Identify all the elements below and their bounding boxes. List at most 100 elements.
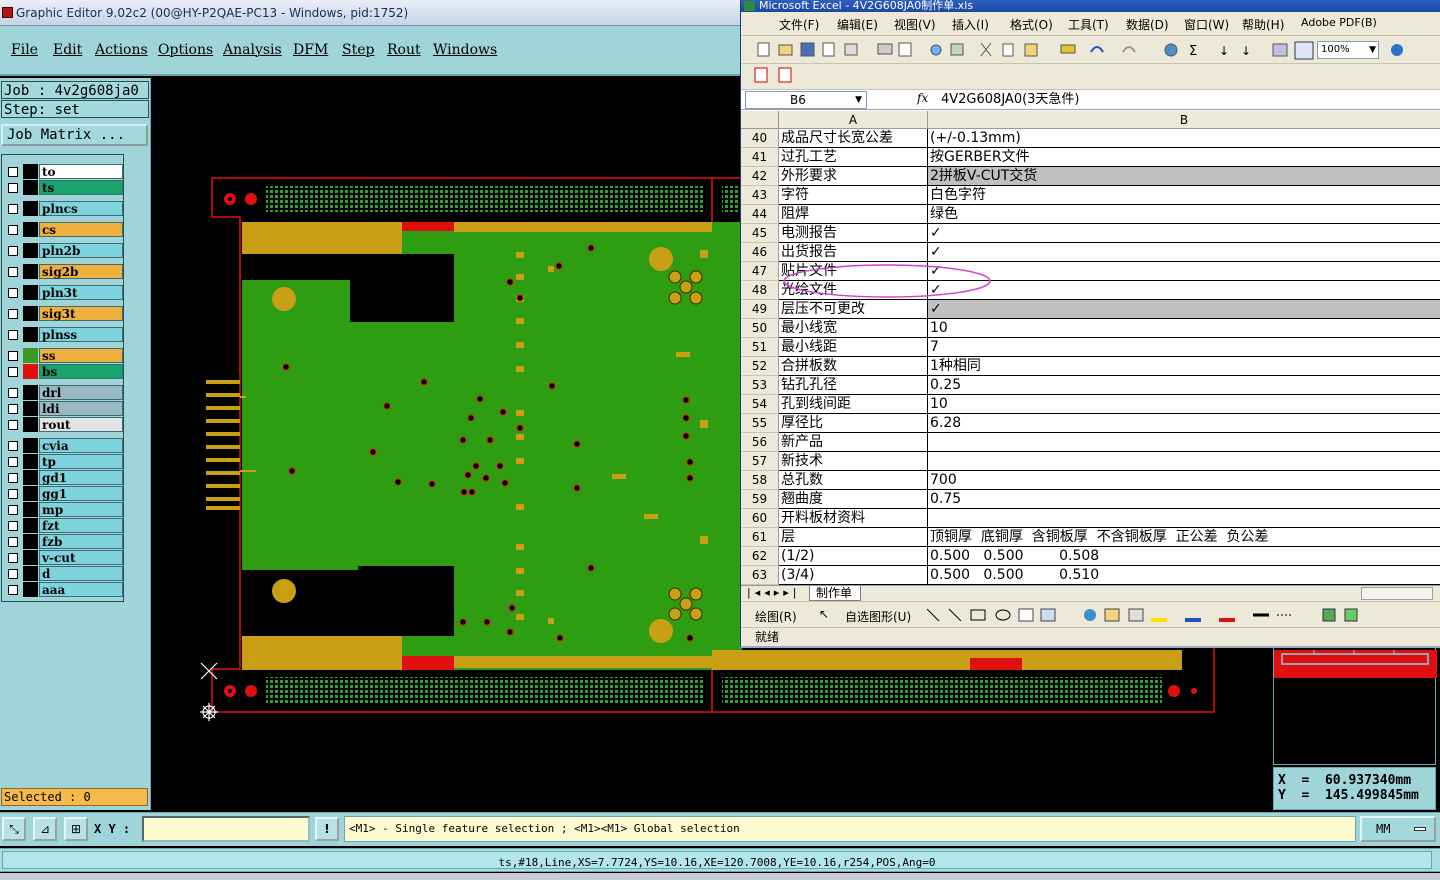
row-number[interactable]: 43	[741, 186, 779, 205]
layer-checkbox[interactable]	[8, 225, 18, 235]
cell-b[interactable]: 10	[928, 319, 1440, 338]
layer-row-tp[interactable]: tp	[3, 454, 123, 469]
layer-name[interactable]: ss	[39, 348, 123, 363]
zoom-select[interactable]: 100% ▼	[1317, 41, 1379, 59]
layer-checkbox[interactable]	[8, 246, 18, 256]
cell-b[interactable]: 0.75	[928, 490, 1440, 509]
layer-name[interactable]: plnss	[39, 327, 123, 342]
layer-row-v-cut[interactable]: v-cut	[3, 550, 123, 565]
xl-menu-edit[interactable]: 编辑(E)	[837, 16, 878, 33]
layer-checkbox[interactable]	[8, 585, 18, 595]
layer-checkbox[interactable]	[8, 330, 18, 340]
layer-checkbox[interactable]	[8, 367, 18, 377]
layer-row-cs[interactable]: cs	[3, 222, 123, 237]
row-number[interactable]: 41	[741, 148, 779, 167]
layer-row-to[interactable]: to	[3, 164, 123, 179]
alert-icon[interactable]: !	[315, 817, 339, 841]
layer-checkbox[interactable]	[8, 267, 18, 277]
horizontal-scrollbar[interactable]	[1361, 587, 1433, 600]
row-number[interactable]: 56	[741, 433, 779, 452]
layer-name[interactable]: rout	[39, 417, 123, 432]
layer-checkbox[interactable]	[8, 553, 18, 563]
layer-checkbox[interactable]	[8, 351, 18, 361]
cell-b[interactable]: 绿色	[928, 205, 1440, 224]
app-icon[interactable]	[2, 7, 13, 18]
layer-row-aaa[interactable]: aaa	[3, 582, 123, 597]
cell-b[interactable]: (+/-0.13mm)	[928, 129, 1440, 148]
layer-row-plncs[interactable]: plncs	[3, 201, 123, 216]
overview-panel[interactable]	[1273, 647, 1437, 765]
cell-a[interactable]: 层压不可更改	[779, 300, 928, 319]
layer-checkbox[interactable]	[8, 521, 18, 531]
layer-row-pln3t[interactable]: pln3t	[3, 285, 123, 300]
layer-name[interactable]: v-cut	[39, 550, 123, 565]
layer-name[interactable]: to	[39, 164, 123, 179]
cell-b[interactable]: 0.500 0.500 0.510	[928, 566, 1440, 585]
job-matrix-button[interactable]: Job Matrix ...	[1, 124, 148, 146]
cell-b[interactable]	[928, 433, 1440, 452]
layer-checkbox[interactable]	[8, 388, 18, 398]
cell-a[interactable]: 孔到线间距	[779, 395, 928, 414]
row-number[interactable]: 54	[741, 395, 779, 414]
cell-a[interactable]: 阻焊	[779, 205, 928, 224]
xy-input[interactable]	[142, 816, 310, 842]
excel-icon[interactable]	[744, 1, 755, 11]
layer-name[interactable]: pln3t	[39, 285, 123, 300]
cell-b[interactable]: ✓	[928, 243, 1440, 262]
layer-name[interactable]: gg1	[39, 486, 123, 501]
cell-b[interactable]	[928, 509, 1440, 528]
layer-name[interactable]: fzb	[39, 534, 123, 549]
layer-name[interactable]: gd1	[39, 470, 123, 485]
layer-row-fzb[interactable]: fzb	[3, 534, 123, 549]
menu-options[interactable]: Options	[158, 42, 213, 58]
layer-row-ldi[interactable]: ldi	[3, 401, 123, 416]
cell-b[interactable]: 2拼板V-CUT交货	[928, 167, 1440, 186]
cell-b[interactable]: 10	[928, 395, 1440, 414]
cell-a[interactable]: 层	[779, 528, 928, 547]
menu-step[interactable]: Step	[342, 42, 374, 58]
layer-row-pln2b[interactable]: pln2b	[3, 243, 123, 258]
row-number[interactable]: 59	[741, 490, 779, 509]
layer-checkbox[interactable]	[8, 288, 18, 298]
layer-name[interactable]: plncs	[39, 201, 123, 216]
row-number[interactable]: 60	[741, 509, 779, 528]
layer-checkbox[interactable]	[8, 537, 18, 547]
formula-input[interactable]: 4V2G608JA0(3天急件)	[941, 91, 1080, 109]
xl-menu-file[interactable]: 文件(F)	[779, 16, 819, 33]
menu-actions[interactable]: Actions	[95, 42, 148, 58]
layer-name[interactable]: cvia	[39, 438, 123, 453]
sheet-tab[interactable]: 制作单	[809, 586, 862, 601]
draw-menu[interactable]: 绘图(R)	[755, 608, 797, 625]
sheet-nav-icon[interactable]: |◂◂▸▸|	[747, 586, 801, 600]
row-number[interactable]: 52	[741, 357, 779, 376]
layer-checkbox[interactable]	[8, 420, 18, 430]
xl-menu-data[interactable]: 数据(D)	[1126, 16, 1169, 33]
cell-a[interactable]: (1/2)	[779, 547, 928, 566]
layer-name[interactable]: fzt	[39, 518, 123, 533]
menu-dfm[interactable]: DFM	[293, 42, 328, 58]
cell-a[interactable]: 最小线距	[779, 338, 928, 357]
cell-a[interactable]: 外形要求	[779, 167, 928, 186]
cell-b[interactable]: ✓	[928, 300, 1440, 319]
cell-b[interactable]: 按GERBER文件	[928, 148, 1440, 167]
layer-name[interactable]: cs	[39, 222, 123, 237]
name-box[interactable]: B6 ▼	[745, 91, 867, 109]
column-header-a[interactable]: A	[779, 111, 928, 129]
row-number[interactable]: 57	[741, 452, 779, 471]
column-header-b[interactable]: B	[928, 111, 1440, 129]
menu-file[interactable]: File	[11, 42, 38, 58]
cell-b[interactable]: ✓	[928, 262, 1440, 281]
xl-menu-format[interactable]: 格式(O)	[1010, 16, 1053, 33]
xl-menu-adobe-pdf[interactable]: Adobe PDF(B)	[1301, 16, 1377, 29]
layer-name[interactable]: tp	[39, 454, 123, 469]
cell-a[interactable]: 厚径比	[779, 414, 928, 433]
cell-a[interactable]: 成品尺寸长宽公差	[779, 129, 928, 148]
cell-a[interactable]: 新技术	[779, 452, 928, 471]
layer-row-gd1[interactable]: gd1	[3, 470, 123, 485]
layer-checkbox[interactable]	[8, 167, 18, 177]
row-number[interactable]: 48	[741, 281, 779, 300]
layer-checkbox[interactable]	[8, 505, 18, 515]
xl-menu-insert[interactable]: 插入(I)	[952, 16, 989, 33]
layer-checkbox[interactable]	[8, 204, 18, 214]
layer-name[interactable]: sig2b	[39, 264, 123, 279]
